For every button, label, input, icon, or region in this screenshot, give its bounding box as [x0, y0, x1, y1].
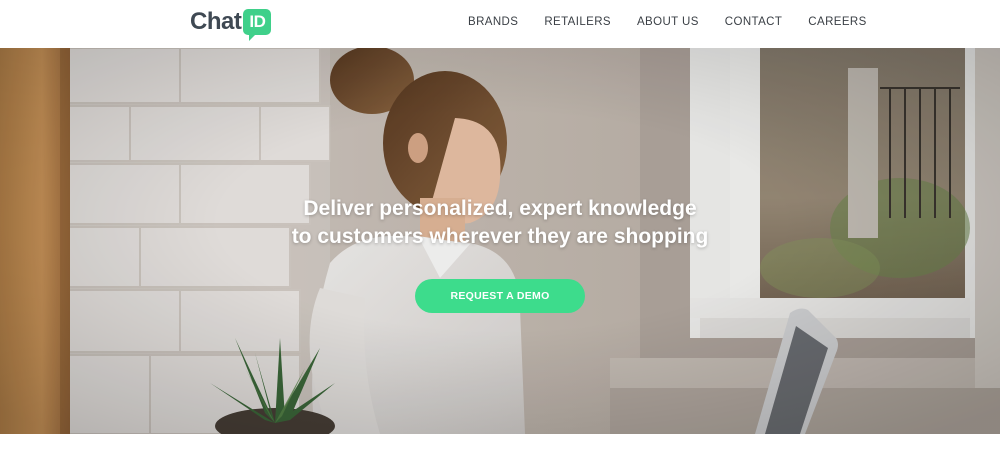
- nav-brands[interactable]: BRANDS: [468, 16, 518, 28]
- hero-headline-line-1: Deliver personalized, expert knowledge: [303, 197, 697, 220]
- logo-badge-text: ID: [249, 12, 266, 31]
- chatid-logo[interactable]: Chat ID: [190, 7, 272, 41]
- request-demo-button[interactable]: REQUEST A DEMO: [415, 279, 585, 313]
- site-header: Chat ID BRANDS RETAILERS ABOUT US CONTAC…: [0, 0, 1000, 48]
- nav-contact[interactable]: CONTACT: [725, 16, 783, 28]
- nav-about-us[interactable]: ABOUT US: [637, 16, 699, 28]
- hero-section: Deliver personalized, expert knowledge t…: [0, 48, 1000, 434]
- page-bottom-strip: [0, 434, 1000, 454]
- main-nav: BRANDS RETAILERS ABOUT US CONTACT CAREER…: [455, 0, 880, 44]
- logo-wordmark: Chat: [190, 8, 242, 35]
- chat-bubble-icon: ID: [243, 9, 272, 41]
- nav-careers[interactable]: CAREERS: [808, 16, 866, 28]
- hero-headline: Deliver personalized, expert knowledge t…: [0, 195, 1000, 251]
- nav-retailers[interactable]: RETAILERS: [544, 16, 611, 28]
- hero-headline-line-2: to customers wherever they are shopping: [291, 225, 709, 248]
